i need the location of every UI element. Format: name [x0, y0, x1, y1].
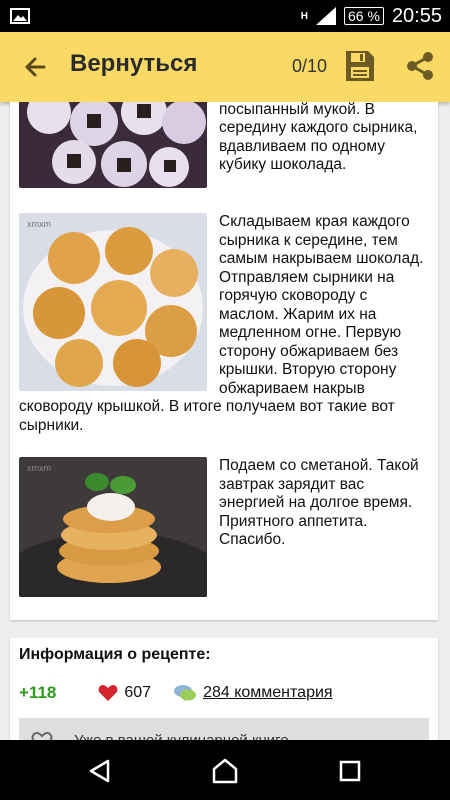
- floppy-disk-icon[interactable]: [344, 49, 376, 83]
- step-counter: 0/10: [292, 56, 328, 76]
- likes[interactable]: 607: [98, 684, 151, 702]
- recipe-step: выкладываем их на стол посыпанный мукой.…: [19, 102, 429, 192]
- battery-indicator: 66 %: [344, 7, 384, 25]
- steps-card: выкладываем их на стол посыпанный мукой.…: [10, 102, 438, 620]
- heart-outline-icon: [31, 732, 53, 740]
- recipe-info-card: Информация о рецепте: +118 607 284 комме…: [10, 638, 438, 740]
- arrow-left-icon[interactable]: [20, 52, 50, 82]
- square-recents-icon[interactable]: [335, 756, 365, 786]
- back-title[interactable]: Вернуться: [70, 50, 197, 78]
- step-text: Подаем со сметаной. Такой завтрак заряди…: [219, 457, 419, 548]
- signal-icon: [316, 7, 337, 25]
- circle-home-icon[interactable]: [210, 756, 240, 786]
- svg-text:xmxm: xmxm: [27, 463, 51, 473]
- recipe-step: xmxm Подаем со сметаной. Такой завтрак з…: [19, 457, 429, 601]
- recipe-content[interactable]: выкладываем их на стол посыпанный мукой.…: [0, 102, 450, 740]
- clock: 20:55: [391, 4, 442, 27]
- comments-count: 284 комментария: [203, 684, 333, 701]
- recipe-stats: +118 607 284 комментария: [19, 682, 333, 704]
- status-bar: H 66 % 20:55: [0, 0, 450, 32]
- syrniki-with-sour-cream-photo: xmxm: [19, 457, 207, 597]
- recipe-step: xmxm Складываем края каждого сырника к с…: [19, 213, 429, 435]
- recipe-info-title: Информация о рецепте:: [19, 646, 211, 663]
- comments-link[interactable]: 284 комментария: [173, 683, 333, 703]
- chat-bubbles-icon: [174, 685, 197, 702]
- navigation-bar: [0, 740, 450, 800]
- rating-value: +118: [19, 683, 57, 702]
- triangle-back-icon[interactable]: [85, 756, 115, 786]
- svg-text:xmxm: xmxm: [27, 219, 51, 229]
- likes-count: 607: [124, 684, 152, 701]
- syrniki-with-chocolate-photo: [19, 102, 207, 188]
- step-text: выкладываем их на стол посыпанный мукой.…: [219, 102, 418, 173]
- cookbook-text: Уже в вашей кулинарной книге: [74, 732, 289, 740]
- app-bar: Вернуться 0/10: [0, 32, 450, 102]
- share-icon[interactable]: [404, 50, 436, 82]
- heart-icon: [98, 685, 118, 701]
- image-notification-icon: [10, 8, 30, 24]
- fried-syrniki-photo: xmxm: [19, 213, 207, 391]
- network-type-label: H: [300, 10, 309, 22]
- cookbook-row[interactable]: Уже в вашей кулинарной книге: [19, 718, 429, 740]
